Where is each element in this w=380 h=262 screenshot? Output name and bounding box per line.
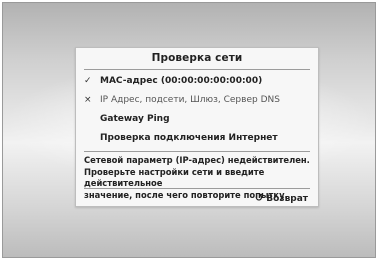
tv-screen: Проверка сети ✓ MAC-адрес (00:00:00:00:0… (2, 2, 376, 258)
cross-icon: × (84, 95, 92, 105)
error-message-line: Сетевой параметр (IP-адрес) недействител… (84, 155, 310, 165)
footer-divider (84, 188, 310, 189)
message-divider (84, 151, 310, 152)
error-message-line: Проверьте настройки сети и введите дейст… (84, 166, 265, 189)
check-item-label: IP Адрес, подсети, Шлюз, Сервер DNS (100, 95, 280, 105)
title-divider (84, 69, 310, 70)
check-item-label: Gateway Ping (100, 114, 170, 124)
check-item-label: MAC-адрес (00:00:00:00:00:00) (100, 76, 263, 86)
check-item-label: Проверка подключения Интернет (100, 133, 278, 143)
return-button-label: Возврат (266, 193, 308, 204)
return-icon: ↺ (254, 193, 264, 204)
return-button[interactable]: ↺ Возврат (255, 193, 308, 204)
checkmark-icon: ✓ (84, 76, 92, 86)
network-test-dialog: Проверка сети ✓ MAC-адрес (00:00:00:00:0… (75, 47, 319, 207)
dialog-title: Проверка сети (151, 52, 243, 64)
